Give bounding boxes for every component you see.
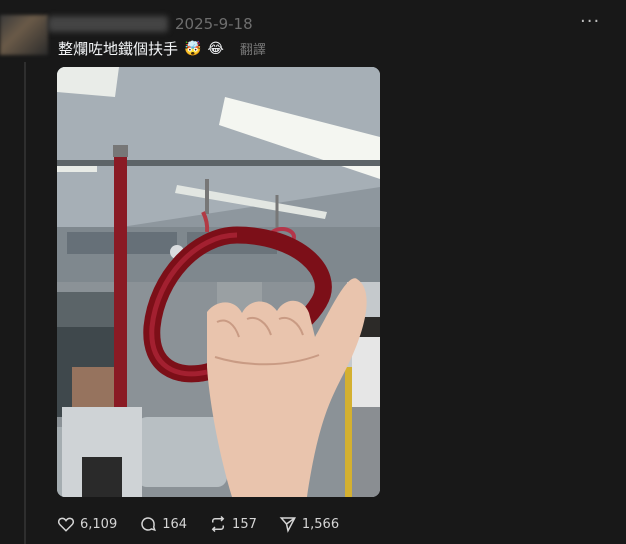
repost-count: 157 <box>232 516 257 532</box>
thread-line <box>24 62 26 544</box>
reply-button[interactable]: 164 <box>139 515 187 533</box>
send-icon <box>279 517 296 533</box>
repost-button[interactable]: 157 <box>209 515 257 533</box>
share-button[interactable]: 1,566 <box>279 515 339 533</box>
like-count: 6,109 <box>80 516 118 532</box>
action-bar: 6,109 164 157 1,566 <box>57 515 339 533</box>
laughing-emoji: 😂 <box>207 40 224 57</box>
avatar[interactable] <box>0 15 48 55</box>
more-horizontal-icon[interactable]: ··· <box>580 12 599 32</box>
share-count: 1,566 <box>301 516 340 532</box>
username[interactable] <box>48 16 168 32</box>
post-timestamp[interactable]: 2025-9-18 <box>175 15 253 33</box>
reply-count: 164 <box>162 516 188 532</box>
post-text: 整爛咗地鐵個扶手 <box>58 40 179 58</box>
post-photo[interactable] <box>57 67 380 497</box>
post-text-row: 整爛咗地鐵個扶手 🤯 😂 翻譯 <box>58 38 266 59</box>
translate-link[interactable]: 翻譯 <box>240 39 266 58</box>
exploding-head-emoji: 🤯 <box>184 40 202 57</box>
comment-icon <box>141 517 157 532</box>
repost-icon <box>211 515 225 533</box>
like-button[interactable]: 6,109 <box>57 515 117 533</box>
heart-icon <box>57 517 75 532</box>
